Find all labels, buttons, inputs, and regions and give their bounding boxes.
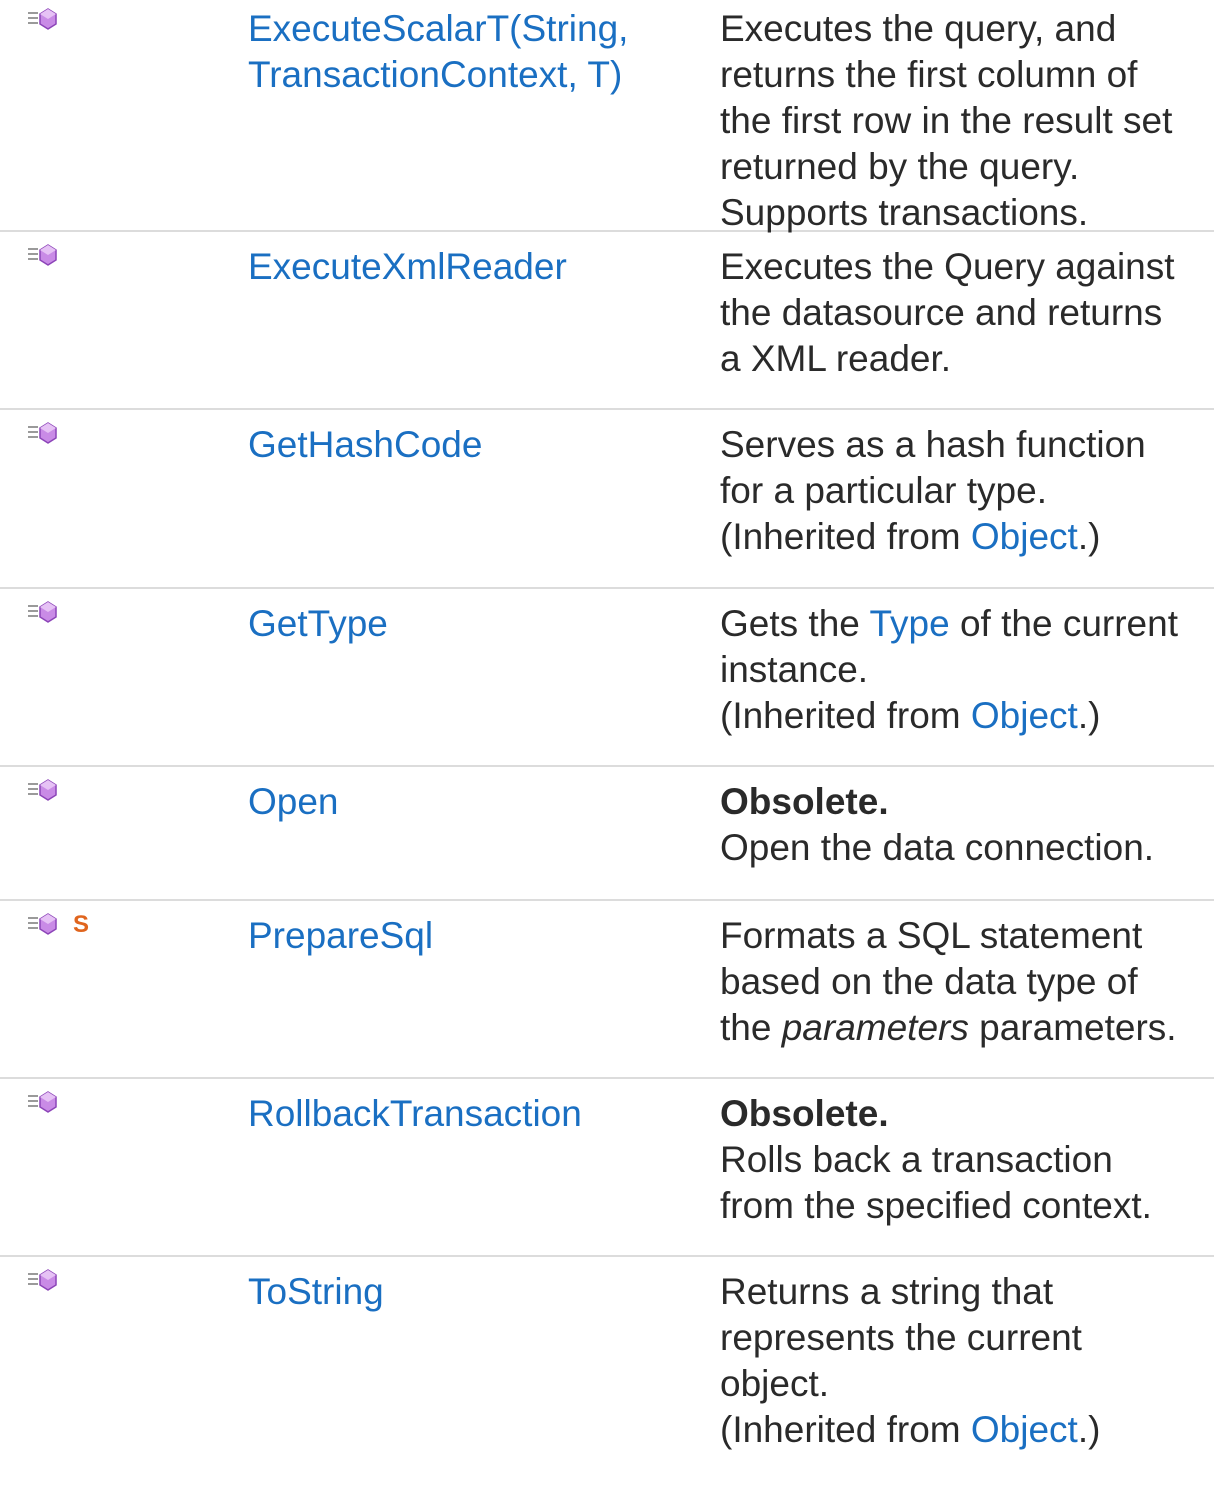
object-link[interactable]: Object — [971, 516, 1078, 557]
row-icons — [28, 422, 66, 444]
public-method-icon — [28, 1091, 66, 1113]
member-description: Obsolete. Rolls back a transaction from … — [720, 1093, 1152, 1226]
public-method-icon — [28, 913, 66, 935]
member-description: Executes the query, and returns the firs… — [720, 8, 1173, 233]
member-description: Returns a string that represents the cur… — [720, 1269, 1204, 1453]
obsolete-label: Obsolete. — [720, 781, 889, 822]
member-link[interactable]: Open — [248, 779, 688, 825]
row-icons — [28, 1269, 66, 1291]
row-icons — [28, 244, 66, 266]
parameter-name: parameters — [781, 1007, 969, 1048]
inherited-note: (Inherited from Object.) — [720, 695, 1101, 736]
static-badge-letter: S — [73, 913, 89, 935]
object-link[interactable]: Object — [971, 695, 1078, 736]
member-description: Gets the Type of the current instance. (… — [720, 601, 1204, 739]
table-row: GetType Gets the Type of the current ins… — [0, 589, 1214, 767]
row-icons — [28, 779, 66, 801]
member-description: Serves as a hash function for a particul… — [720, 422, 1204, 560]
inherited-note: (Inherited from Object.) — [720, 516, 1101, 557]
public-method-icon — [28, 422, 66, 444]
member-description: Executes the Query against the datasourc… — [720, 246, 1175, 379]
table-row: ToString Returns a string that represent… — [0, 1257, 1214, 1502]
public-method-icon — [28, 601, 66, 623]
member-description: Formats a SQL statement based on the dat… — [720, 915, 1177, 1048]
public-method-icon — [28, 1269, 66, 1291]
table-row: ExecuteXmlReader Executes the Query agai… — [0, 232, 1214, 410]
member-link[interactable]: RollbackTransaction — [248, 1091, 688, 1137]
member-link[interactable]: ExecuteXmlReader — [248, 244, 688, 290]
object-link[interactable]: Object — [971, 1409, 1078, 1450]
public-method-icon — [28, 8, 66, 30]
table-row: RollbackTransaction Obsolete. Rolls back… — [0, 1079, 1214, 1257]
member-link[interactable]: PrepareSql — [248, 913, 688, 959]
member-link[interactable]: ToString — [248, 1269, 688, 1315]
members-table: ExecuteScalarT(String, TransactionContex… — [0, 0, 1214, 1502]
row-icons: S — [28, 913, 96, 935]
table-row: S PrepareSql Formats a SQL statement bas… — [0, 901, 1214, 1079]
member-link[interactable]: GetHashCode — [248, 422, 688, 468]
static-member-icon: S — [72, 913, 96, 935]
row-icons — [28, 1091, 66, 1113]
type-link[interactable]: Type — [869, 603, 949, 644]
member-link[interactable]: ExecuteScalarT(String, TransactionContex… — [248, 6, 688, 98]
member-link[interactable]: GetType — [248, 601, 688, 647]
member-description: Obsolete. Open the data connection. — [720, 781, 1155, 868]
row-icons — [28, 601, 66, 623]
table-row: ExecuteScalarT(String, TransactionContex… — [0, 0, 1214, 233]
public-method-icon — [28, 244, 66, 266]
obsolete-label: Obsolete. — [720, 1093, 889, 1134]
table-row: Open Obsolete. Open the data connection. — [0, 767, 1214, 901]
inherited-note: (Inherited from Object.) — [720, 1409, 1101, 1450]
table-row: GetHashCode Serves as a hash function fo… — [0, 410, 1214, 589]
public-method-icon — [28, 779, 66, 801]
row-icons — [28, 8, 66, 30]
